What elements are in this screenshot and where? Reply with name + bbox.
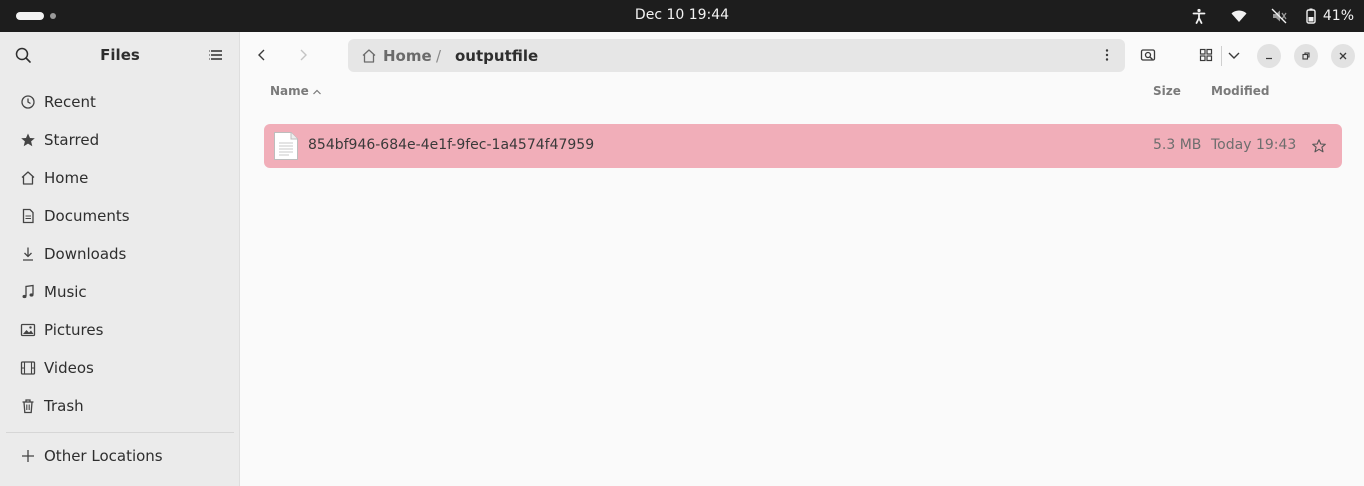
battery-indicator[interactable]: 41% xyxy=(1303,0,1354,32)
accessibility-icon[interactable] xyxy=(1185,0,1213,32)
header-bar: Home / outputfile xyxy=(240,32,1364,78)
sidebar-item-home[interactable]: Home xyxy=(0,159,240,197)
sidebar-item-starred[interactable]: Starred xyxy=(0,121,240,159)
music-icon xyxy=(20,284,36,300)
sidebar: Files Recent Starred Home Documents Down… xyxy=(0,32,240,486)
breadcrumb-current[interactable]: outputfile xyxy=(455,47,538,65)
column-header-size[interactable]: Size xyxy=(1153,84,1181,98)
battery-percent: 41% xyxy=(1322,8,1354,24)
more-options-icon[interactable] xyxy=(1099,47,1115,63)
sidebar-places: Recent Starred Home Documents Downloads … xyxy=(0,83,240,425)
search-location-icon xyxy=(1140,49,1156,61)
breadcrumb-home[interactable]: Home xyxy=(383,47,432,65)
download-icon xyxy=(20,246,36,262)
search-button[interactable] xyxy=(1136,40,1160,70)
app-title: Files xyxy=(100,46,140,64)
sidebar-item-videos[interactable]: Videos xyxy=(0,349,240,387)
view-grid-button[interactable] xyxy=(1194,40,1218,70)
restore-icon xyxy=(1302,52,1310,60)
volume-muted-icon[interactable] xyxy=(1265,0,1293,32)
home-icon xyxy=(362,49,376,63)
file-modified: Today 19:43 xyxy=(1211,137,1297,153)
sort-ascending-icon xyxy=(313,89,321,95)
sidebar-item-label: Downloads xyxy=(44,245,127,263)
clock[interactable]: Dec 10 19:44 xyxy=(0,7,1364,23)
sidebar-item-pictures[interactable]: Pictures xyxy=(0,311,240,349)
clock-icon xyxy=(20,94,36,110)
document-icon xyxy=(20,208,36,224)
file-name: 854bf946-684e-4e1f-9fec-1a4574f47959 xyxy=(308,137,595,153)
close-icon xyxy=(1339,52,1347,60)
view-options-button[interactable] xyxy=(1223,40,1245,70)
star-icon[interactable] xyxy=(1311,138,1327,154)
home-icon xyxy=(20,170,36,186)
path-bar[interactable]: Home / outputfile xyxy=(348,39,1125,72)
sidebar-item-label: Trash xyxy=(44,397,84,415)
file-row[interactable]: 854bf946-684e-4e1f-9fec-1a4574f47959 5.3… xyxy=(264,124,1342,168)
trash-icon xyxy=(20,398,36,414)
hamburger-menu-icon[interactable] xyxy=(206,45,226,65)
system-tray[interactable]: 41% xyxy=(1173,0,1354,32)
minimize-button[interactable] xyxy=(1257,44,1281,68)
minimize-icon xyxy=(1266,57,1272,60)
chevron-right-icon xyxy=(300,49,307,61)
sidebar-item-documents[interactable]: Documents xyxy=(0,197,240,235)
picture-icon xyxy=(20,322,36,338)
sidebar-item-label: Documents xyxy=(44,207,130,225)
video-icon xyxy=(20,360,36,376)
top-bar: Dec 10 19:44 41% xyxy=(0,0,1364,32)
star-icon xyxy=(20,132,36,148)
sidebar-item-label: Recent xyxy=(44,93,96,111)
toolbar-divider xyxy=(1221,46,1222,66)
column-header-name[interactable]: Name xyxy=(270,84,309,98)
sidebar-header: Files xyxy=(0,32,240,78)
chevron-down-icon xyxy=(1228,52,1240,59)
column-header-modified[interactable]: Modified xyxy=(1211,84,1270,98)
chevron-left-icon xyxy=(258,49,265,61)
file-size: 5.3 MB xyxy=(1153,137,1202,153)
text-file-icon xyxy=(274,132,298,160)
close-button[interactable] xyxy=(1331,44,1355,68)
sidebar-item-label: Music xyxy=(44,283,87,301)
sidebar-item-label: Starred xyxy=(44,131,100,149)
sidebar-item-music[interactable]: Music xyxy=(0,273,240,311)
sidebar-item-label: Home xyxy=(44,169,89,187)
forward-button[interactable] xyxy=(287,40,319,70)
sidebar-item-trash[interactable]: Trash xyxy=(0,387,240,425)
sidebar-other-section: Other Locations xyxy=(0,437,240,475)
wifi-icon[interactable] xyxy=(1225,0,1253,32)
plus-icon xyxy=(20,448,36,464)
sidebar-item-downloads[interactable]: Downloads xyxy=(0,235,240,273)
sidebar-divider xyxy=(6,432,234,433)
back-button[interactable] xyxy=(246,40,278,70)
sidebar-item-label: Pictures xyxy=(44,321,104,339)
breadcrumb-separator: / xyxy=(436,47,442,65)
sidebar-item-recent[interactable]: Recent xyxy=(0,83,240,121)
sidebar-item-label: Other Locations xyxy=(44,447,163,465)
maximize-button[interactable] xyxy=(1294,44,1318,68)
grid-view-icon xyxy=(1199,48,1213,62)
battery-icon xyxy=(1306,8,1316,24)
sidebar-item-label: Videos xyxy=(44,359,94,377)
sidebar-item-other-locations[interactable]: Other Locations xyxy=(0,437,240,475)
